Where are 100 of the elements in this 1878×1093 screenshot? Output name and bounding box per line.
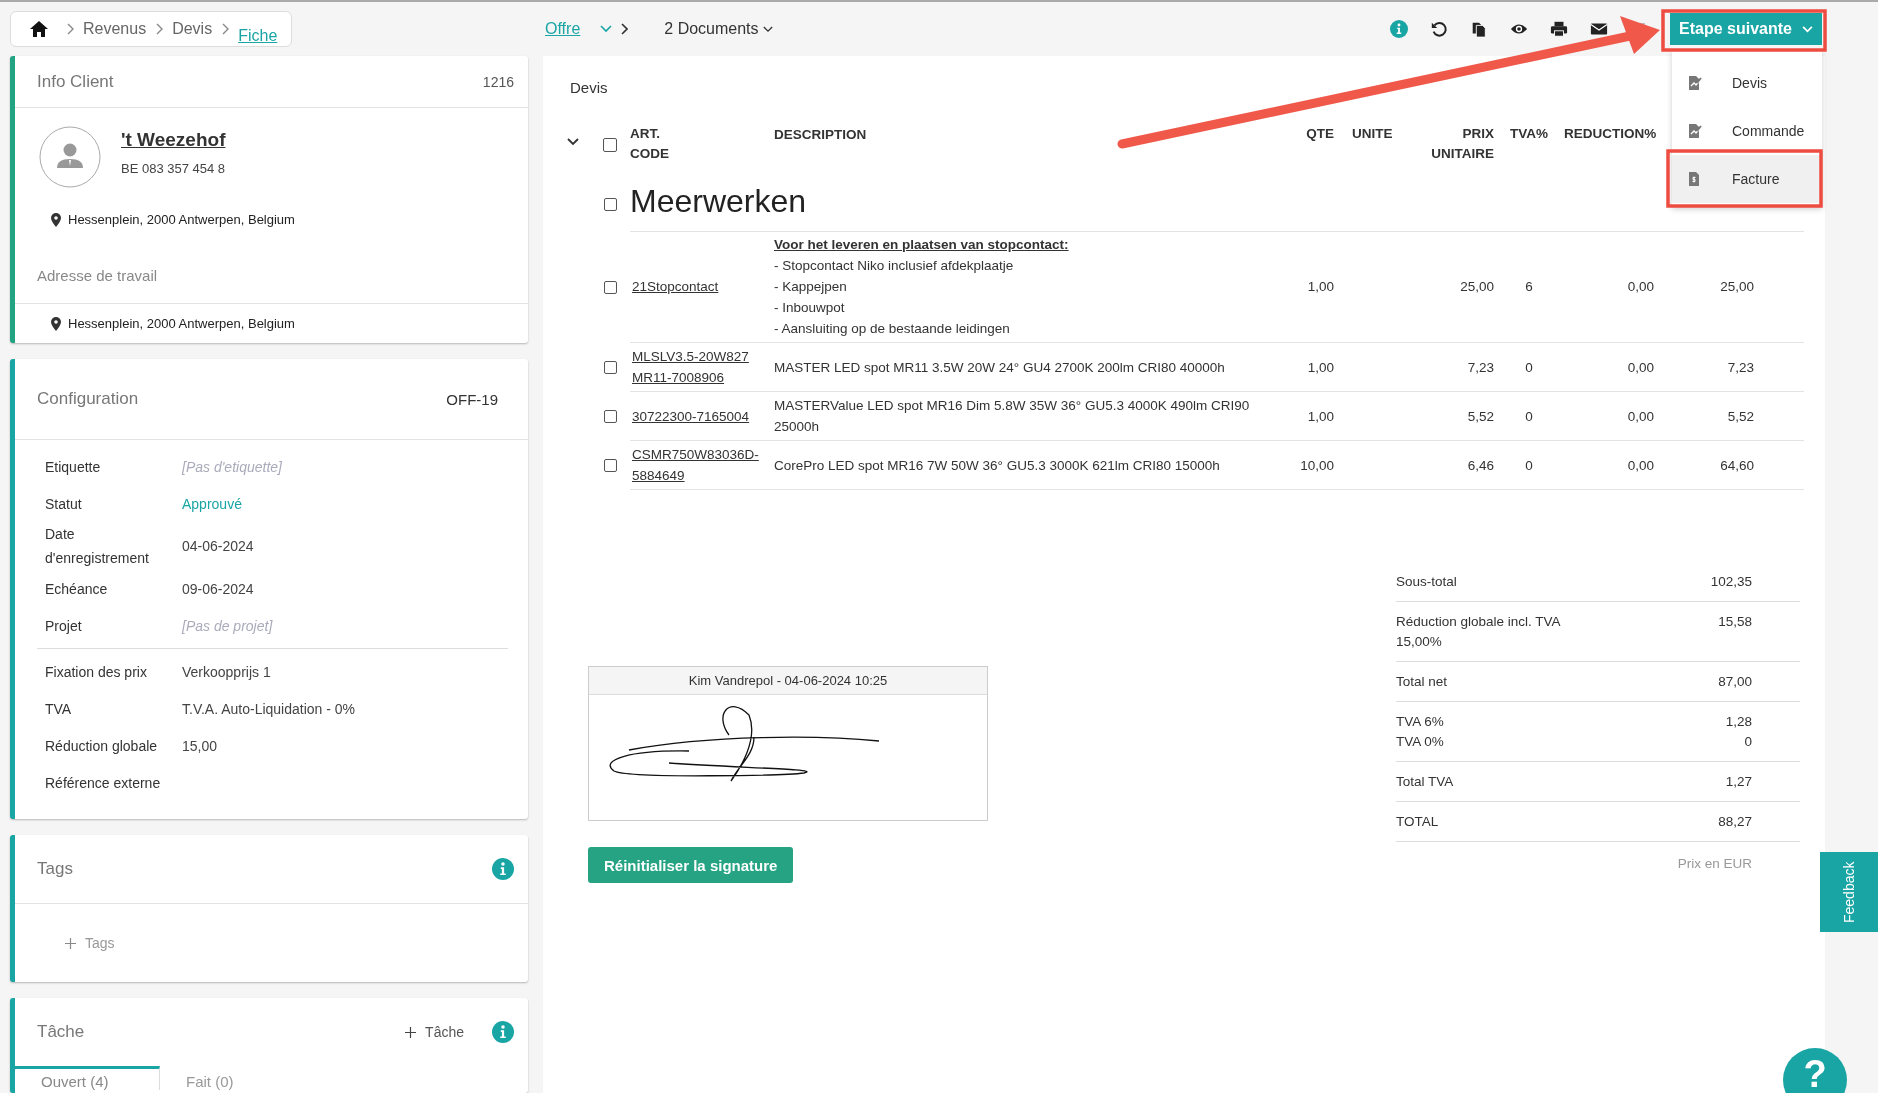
field-label: Référence externe — [45, 773, 162, 793]
work-address: Hessenplein, 2000 Antwerpen, Belgium — [68, 316, 295, 331]
article-code-link[interactable]: CSMR750W83036D-5884649 — [632, 444, 760, 486]
table-cell: 6 — [1494, 231, 1564, 343]
work-address-label: Adresse de travail — [15, 227, 528, 304]
article-code-link[interactable]: 30722300-7165004 — [632, 405, 750, 427]
client-name-link[interactable]: 't Weezehof — [121, 128, 226, 151]
card-title: Tags — [37, 859, 73, 879]
field-value: 09-06-2024 — [182, 580, 254, 597]
table-cell: 25,00 — [1654, 231, 1754, 343]
menu-item[interactable]: Facture — [1672, 155, 1822, 203]
table-cell: 1,00 — [1284, 231, 1334, 343]
table-cell: 0,00 — [1564, 441, 1654, 490]
menu-item[interactable]: Commande — [1672, 107, 1822, 155]
field-label: Date d'enregistrement — [45, 525, 150, 568]
table-cell: 0,00 — [1564, 343, 1654, 392]
card-title: Info Client — [37, 71, 114, 92]
undo-icon[interactable] — [1430, 20, 1448, 38]
total-value: 15,58 — [1718, 614, 1752, 631]
field-label: Echéance — [45, 579, 109, 599]
table-cell: 5,52 — [1414, 392, 1494, 441]
table-cell: 64,60 — [1654, 441, 1754, 490]
avatar-icon — [39, 126, 101, 188]
chevron-right-icon — [66, 23, 74, 35]
description-text: CorePro LED spot MR16 7W 50W 36° GU5.3 3000K 621lm CRI80 15000h — [774, 456, 1220, 475]
column-header: PRIX UNITAIRE — [1430, 125, 1494, 163]
description-text: MASTERValue LED spot MR16 Dim 5.8W 35W 36° GU5.3 4000K 490lm CRI90 25000h — [774, 397, 1251, 436]
breadcrumb-link[interactable]: Revenus — [83, 20, 147, 38]
article-code-link[interactable]: 21Stopcontact — [632, 276, 719, 297]
table-cell: 6,46 — [1414, 441, 1494, 490]
print-icon[interactable] — [1550, 20, 1568, 38]
table-cell: 5,52 — [1654, 392, 1754, 441]
table-cell: 25,00 — [1414, 231, 1494, 343]
location-pin-icon — [51, 316, 61, 331]
table-cell: 0 — [1494, 441, 1564, 490]
field-value: 15,00 — [182, 737, 218, 754]
add-task-button[interactable]: Tâche — [405, 1024, 464, 1040]
field-value: T.V.A. Auto-Liquidation - 0% — [182, 700, 356, 717]
plus-icon — [65, 937, 76, 949]
checkbox[interactable] — [603, 361, 617, 374]
total-value: 0 — [1744, 734, 1752, 749]
home-icon[interactable] — [29, 20, 49, 38]
breadcrumb-link[interactable]: Devis — [172, 20, 213, 38]
column-header: ART. CODE — [630, 125, 670, 163]
invoice-icon — [1688, 171, 1702, 187]
feedback-tab[interactable]: Feedback — [1820, 852, 1878, 932]
menu-item[interactable]: Devis — [1672, 59, 1822, 107]
total-value: 88,27 — [1718, 814, 1752, 829]
total-value: 87,00 — [1718, 674, 1752, 689]
total-label: Total TVA — [1396, 774, 1454, 789]
signed-document-icon — [1688, 75, 1702, 91]
field-value: Verkoopprijs 1 — [182, 663, 271, 680]
field-label: Réduction globale — [45, 736, 159, 756]
table-cell: 10,00 — [1284, 441, 1334, 490]
info-icon[interactable] — [1390, 20, 1408, 38]
field-label: Etiquette — [45, 457, 102, 477]
field-value[interactable]: Approuvé — [182, 495, 242, 512]
vat-number: BE 083 357 454 8 — [121, 160, 226, 176]
caret-icon — [762, 25, 773, 33]
table-cell: 7,23 — [1414, 343, 1494, 392]
description-text: MASTER LED spot MR11 3.5W 20W 24° GU4 2700K 200lm CRI80 40000h — [774, 358, 1225, 377]
checkbox[interactable] — [603, 459, 617, 472]
document-code: OFF-19 — [446, 390, 498, 408]
total-value: 1,27 — [1725, 774, 1752, 789]
breadcrumb-link[interactable]: Fiche — [238, 13, 326, 45]
table-cell: 1,00 — [1284, 343, 1334, 392]
task-tab[interactable]: Fait (0) — [160, 1066, 305, 1090]
signature-caption: Kim Vandrepol - 04-06-2024 10:25 — [589, 667, 987, 695]
info-icon[interactable] — [492, 858, 514, 880]
chevron-right-icon[interactable] — [620, 23, 629, 35]
documents-dropdown[interactable]: 2 Documents — [664, 20, 773, 38]
checkbox[interactable] — [603, 280, 617, 294]
checkbox[interactable] — [603, 197, 617, 211]
currency-note: Prix en EUR — [1676, 855, 1753, 871]
article-code-link[interactable]: MLSLV3.5-20W827MR11-7008906 — [632, 346, 760, 388]
help-button[interactable]: ? — [1783, 1048, 1847, 1093]
checkbox[interactable] — [603, 410, 617, 423]
description-line: - Kappejpen — [774, 278, 847, 296]
table-cell: 7,23 — [1654, 343, 1754, 392]
checkbox[interactable] — [603, 138, 617, 152]
field-label: Statut — [45, 494, 83, 514]
card-title: Tâche — [37, 1022, 85, 1042]
add-tag-button[interactable]: Tags — [65, 935, 115, 951]
description-line: - Stopcontact Niko inclusief afdekplaatje — [774, 257, 1014, 275]
column-header: DESCRIPTION — [773, 126, 868, 144]
table-cell: 0 — [1494, 343, 1564, 392]
column-header: REDUCTION% — [1564, 125, 1654, 143]
document-title: Devis — [570, 79, 608, 98]
table-cell: 1,00 — [1284, 392, 1334, 441]
copy-icon[interactable] — [1470, 20, 1488, 38]
info-icon[interactable] — [492, 1021, 514, 1043]
task-tab[interactable]: Ouvert (4) — [15, 1066, 160, 1090]
description-heading: Voor het leveren en plaatsen van stopcontact: — [774, 236, 1069, 254]
table-cell: 0,00 — [1564, 392, 1654, 441]
chevron-down-icon[interactable] — [567, 138, 579, 146]
caret-icon — [1801, 25, 1813, 33]
plus-icon — [405, 1026, 417, 1038]
reset-signature-button[interactable]: Réinitialiser la signature — [588, 847, 794, 883]
card-title: Configuration — [37, 389, 139, 409]
next-step-button[interactable]: Etape suivante — [1670, 13, 1822, 45]
